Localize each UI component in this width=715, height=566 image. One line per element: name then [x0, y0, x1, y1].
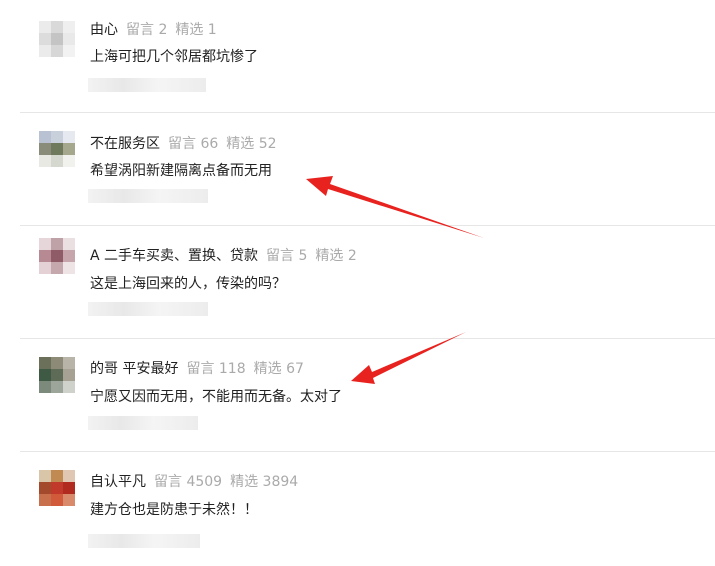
avatar-pixel: [63, 21, 75, 33]
avatar-pixel: [39, 381, 51, 393]
username[interactable]: 的哥 平安最好: [90, 361, 178, 377]
featured-count: 精选 2: [315, 248, 357, 264]
avatar-pixel: [39, 155, 51, 167]
avatar-pixel: [51, 21, 63, 33]
comment-item: 由心 留言 2 精选 1 上海可把几个邻居都坑惨了: [0, 0, 715, 113]
avatar-pixel: [51, 482, 63, 494]
avatar-pixel: [51, 494, 63, 506]
avatar-pixel: [39, 262, 51, 274]
blurred-detail: [88, 78, 206, 92]
avatar-pixel: [63, 143, 75, 155]
avatar-pixel: [63, 155, 75, 167]
avatar-pixel: [39, 238, 51, 250]
username[interactable]: 不在服务区: [90, 136, 160, 152]
comment-count: 留言 118: [186, 361, 246, 377]
comment-item: A 二手车买卖、置换、贷款 留言 5 精选 2 这是上海回来的人，传染的吗？: [0, 226, 715, 339]
avatar-pixel: [39, 143, 51, 155]
avatar-pixel: [51, 357, 63, 369]
avatar[interactable]: [39, 357, 75, 393]
featured-count: 精选 67: [253, 361, 304, 377]
featured-count: 精选 1: [175, 22, 217, 38]
comment-count: 留言 2: [126, 22, 168, 38]
comment-meta: 由心 留言 2 精选 1: [90, 21, 217, 39]
comment-count: 留言 66: [168, 136, 219, 152]
avatar-pixel: [63, 369, 75, 381]
comment-text: 上海可把几个邻居都坑惨了: [90, 49, 258, 65]
avatar-pixel: [51, 155, 63, 167]
avatar-pixel: [51, 143, 63, 155]
avatar-pixel: [51, 131, 63, 143]
avatar-pixel: [63, 45, 75, 57]
avatar-pixel: [51, 33, 63, 45]
avatar[interactable]: [39, 470, 75, 506]
avatar-pixel: [51, 381, 63, 393]
comment-count: 留言 4509: [154, 474, 223, 490]
avatar-pixel: [39, 369, 51, 381]
comment-item: 自认平凡 留言 4509 精选 3894 建方仓也是防患于未然！！: [0, 452, 715, 565]
comment-meta: 的哥 平安最好 留言 118 精选 67: [90, 360, 304, 378]
comment-count: 留言 5: [266, 248, 308, 264]
username[interactable]: 自认平凡: [90, 474, 146, 490]
avatar-pixel: [63, 470, 75, 482]
avatar-pixel: [63, 494, 75, 506]
comment-text: 这是上海回来的人，传染的吗？: [90, 276, 286, 292]
comment-item: 不在服务区 留言 66 精选 52 希望涡阳新建隔离点备而无用: [0, 113, 715, 226]
avatar-pixel: [39, 21, 51, 33]
username[interactable]: A 二手车买卖、置换、贷款: [90, 248, 258, 264]
comment-list: 由心 留言 2 精选 1 上海可把几个邻居都坑惨了 不在服务区 留言 66 精选 52 …: [0, 0, 715, 566]
avatar-pixel: [63, 357, 75, 369]
comment-text: 宁愿又因而无用，不能用而无备。太对了: [90, 389, 342, 405]
avatar-pixel: [51, 250, 63, 262]
avatar-pixel: [51, 262, 63, 274]
avatar-pixel: [63, 262, 75, 274]
avatar-pixel: [63, 33, 75, 45]
comment-meta: A 二手车买卖、置换、贷款 留言 5 精选 2: [90, 247, 357, 265]
avatar[interactable]: [39, 238, 75, 274]
avatar-pixel: [39, 494, 51, 506]
featured-count: 精选 52: [226, 136, 277, 152]
avatar-pixel: [39, 357, 51, 369]
avatar-pixel: [63, 250, 75, 262]
avatar-pixel: [51, 238, 63, 250]
blurred-detail: [88, 302, 208, 316]
avatar-pixel: [39, 131, 51, 143]
avatar-pixel: [39, 482, 51, 494]
comment-item: 的哥 平安最好 留言 118 精选 67 宁愿又因而无用，不能用而无备。太对了: [0, 339, 715, 452]
avatar-pixel: [39, 250, 51, 262]
avatar-pixel: [63, 482, 75, 494]
blurred-detail: [88, 416, 198, 430]
comment-text: 建方仓也是防患于未然！！: [90, 502, 258, 518]
avatar[interactable]: [39, 131, 75, 167]
avatar-pixel: [63, 238, 75, 250]
avatar-pixel: [39, 45, 51, 57]
avatar-pixel: [51, 470, 63, 482]
avatar-pixel: [51, 45, 63, 57]
comment-meta: 自认平凡 留言 4509 精选 3894: [90, 473, 298, 491]
avatar-pixel: [63, 381, 75, 393]
blurred-detail: [88, 534, 200, 548]
avatar[interactable]: [39, 21, 75, 57]
blurred-detail: [88, 189, 208, 203]
comment-meta: 不在服务区 留言 66 精选 52: [90, 135, 277, 153]
avatar-pixel: [63, 131, 75, 143]
featured-count: 精选 3894: [230, 474, 299, 490]
avatar-pixel: [39, 470, 51, 482]
avatar-pixel: [51, 369, 63, 381]
avatar-pixel: [39, 33, 51, 45]
username[interactable]: 由心: [90, 22, 118, 38]
comment-text: 希望涡阳新建隔离点备而无用: [90, 163, 272, 179]
